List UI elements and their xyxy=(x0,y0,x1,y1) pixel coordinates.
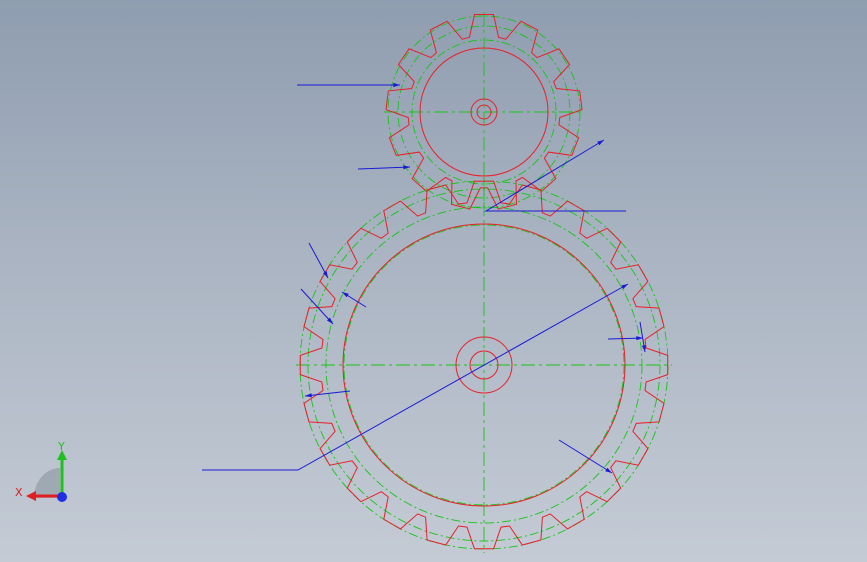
x-axis-label: X xyxy=(15,486,23,499)
y-axis-label: Y xyxy=(57,440,65,453)
leader-gear-diameter-arrowhead xyxy=(621,284,628,290)
leader-pinion-tip-arrowhead xyxy=(393,82,400,88)
gear-drawing[interactable] xyxy=(0,0,867,562)
z-axis-icon xyxy=(57,492,67,502)
x-arrow-icon xyxy=(26,491,36,501)
coordinate-triad: Y X xyxy=(12,438,76,510)
leader-gear-diameter xyxy=(202,283,629,471)
graphics-viewport[interactable]: Y X xyxy=(0,0,867,562)
dimension-leaders xyxy=(202,82,646,474)
leader-gear-tip xyxy=(558,439,613,474)
leader-gear-root xyxy=(304,390,351,397)
leader-center-distance-arrowhead xyxy=(597,140,604,146)
triad-plane-icon xyxy=(34,468,60,498)
leader-gear-root-arrowhead xyxy=(305,393,312,398)
leader-pinion-root xyxy=(357,166,411,170)
